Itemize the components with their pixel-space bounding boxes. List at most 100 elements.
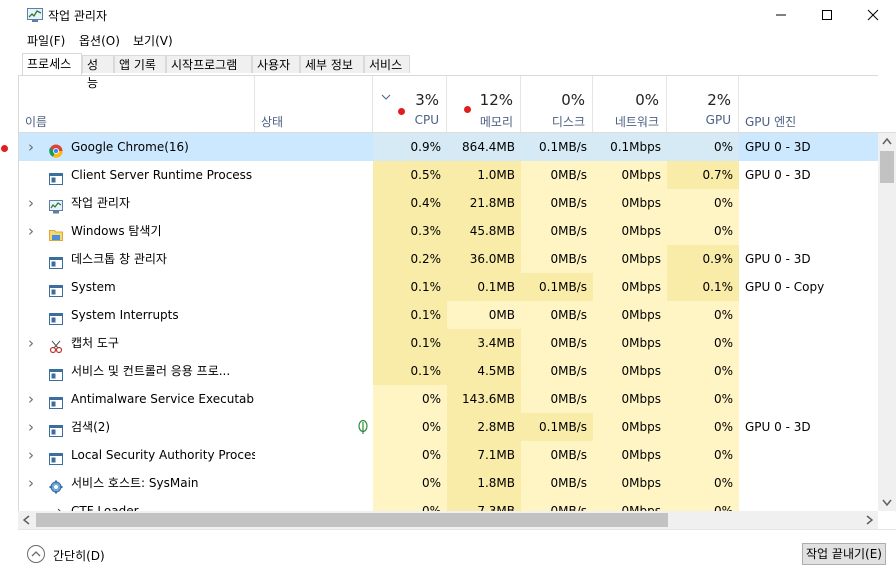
disk-label: 디스크 (551, 115, 585, 129)
table-row[interactable]: › Local Security Authority Proces... 0% 7.1… (19, 441, 879, 469)
status-cell (255, 161, 373, 189)
status-cell (255, 217, 373, 245)
tab-details[interactable]: 세부 정보 (300, 55, 364, 73)
memory-cell: 864.4MB (447, 133, 521, 161)
scroll-left-icon[interactable] (23, 515, 30, 525)
table-row[interactable]: 데스크톱 창 관리자 0.2% 36.0MB 0MB/s 0Mbps 0.9% GPU 0 … (19, 245, 879, 273)
collapse-button[interactable]: 간단히(D) (53, 547, 105, 564)
cpu-cell: 0% (373, 469, 447, 497)
column-memory[interactable]: 12% 메모리 (447, 76, 521, 132)
table-row[interactable]: System 0.1% 0.1MB 0.1MB/s 0Mbps 0.1% GPU 0 - C… (19, 273, 879, 301)
minimize-button[interactable] (758, 0, 804, 30)
tab-startup[interactable]: 시작프로그램 (166, 55, 252, 73)
process-name: System Interrupts (71, 308, 179, 322)
cpu-cell: 0.9% (373, 133, 447, 161)
collapse-chevron-icon[interactable] (26, 544, 46, 564)
minimize-icon (776, 14, 786, 16)
tab-performance[interactable]: 성능 (82, 55, 114, 90)
tab-app-history[interactable]: 앱 기록 (114, 55, 166, 73)
status-cell (255, 189, 373, 217)
table-row[interactable]: 서비스 및 컨트롤러 응용 프로... 0.1% 4.5MB 0MB/s 0Mbps 0% (19, 357, 879, 385)
process-name-cell: › Google Chrome(16) (19, 133, 255, 161)
menu-file[interactable]: 파일(F) (27, 32, 65, 49)
table-row[interactable]: › 검색(2) 0% 2.8MB 0.1MB/s 0Mbps 0% GPU 0 - 3D (19, 413, 879, 441)
expand-chevron-icon[interactable]: › (28, 385, 34, 413)
table-row[interactable]: › Google Chrome(16) 0.9% 864.4MB 0.1MB/s 0.1M… (19, 133, 879, 161)
status-cell (255, 413, 373, 441)
expand-chevron-icon[interactable]: › (28, 413, 34, 441)
column-network[interactable]: 0% 네트워크 (593, 76, 667, 132)
maximize-button[interactable] (804, 0, 850, 30)
column-gpu[interactable]: 2% GPU (667, 76, 739, 132)
gpu-engine-cell: GPU 0 - 3D (745, 252, 811, 266)
tab-users[interactable]: 사용자 (252, 55, 300, 73)
gpu-engine-cell: GPU 0 - 3D (745, 420, 811, 434)
cpu-cell: 0.5% (373, 161, 447, 189)
table-row[interactable]: › Antimalware Service Executable 0% 143.6MB… (19, 385, 879, 413)
horizontal-scrollbar[interactable] (18, 511, 878, 529)
disk-cell: 0MB/s (521, 357, 593, 385)
table-row[interactable]: System Interrupts 0.1% 0MB 0MB/s 0Mbps 0% (19, 301, 879, 329)
expand-chevron-icon[interactable]: › (28, 189, 34, 217)
window-icon (49, 252, 63, 269)
process-name-cell: › Antimalware Service Executable (19, 385, 255, 413)
tab-processes[interactable]: 프로세스 (22, 53, 82, 75)
table-row[interactable]: › 캡처 도구 0.1% 3.4MB 0MB/s 0Mbps 0% (19, 329, 879, 357)
network-cell: 0Mbps (593, 273, 667, 301)
scroll-up-icon[interactable] (882, 138, 892, 145)
menu-view[interactable]: 보기(V) (133, 32, 173, 49)
memory-cell: 45.8MB (447, 217, 521, 245)
disk-cell: 0MB/s (521, 441, 593, 469)
expand-chevron-icon[interactable]: › (28, 133, 34, 161)
column-cpu[interactable]: 3% CPU (373, 76, 447, 132)
table-row[interactable]: Client Server Runtime Process 0.5% 1.0MB 0M… (19, 161, 879, 189)
cpu-cell: 0% (373, 441, 447, 469)
gpu-cell: 0.1% (667, 273, 739, 301)
process-panel: 이름 상태 3% CPU 12% 메모리 0% 디스크 0% 네트워크 2% G… (18, 76, 896, 529)
expand-chevron-icon[interactable]: › (28, 217, 34, 245)
table-row[interactable]: › 서비스 호스트: SysMain 0% 1.8MB 0MB/s 0Mbps 0% (19, 469, 879, 497)
scroll-down-icon[interactable] (882, 499, 892, 506)
column-status[interactable]: 상태 (255, 76, 373, 132)
gpu-cell: 0% (667, 497, 739, 511)
status-cell (255, 357, 373, 385)
close-button[interactable] (850, 0, 896, 30)
process-name-cell: 데스크톱 창 관리자 (19, 245, 255, 273)
red-marker (398, 108, 405, 115)
vertical-scroll-thumb[interactable] (880, 151, 894, 183)
column-disk[interactable]: 0% 디스크 (521, 76, 593, 132)
gpu-cell: 0% (667, 217, 739, 245)
scroll-right-icon[interactable] (866, 515, 873, 525)
end-task-button[interactable]: 작업 끝내기(E) (802, 543, 886, 565)
process-name-cell: System (19, 273, 255, 301)
horizontal-scroll-thumb[interactable] (36, 513, 668, 527)
network-cell: 0Mbps (593, 245, 667, 273)
memory-label: 메모리 (479, 115, 513, 129)
expand-chevron-icon[interactable]: › (28, 329, 34, 357)
task-manager-app-icon (27, 8, 43, 22)
gear-icon (49, 476, 63, 494)
process-name-cell: Client Server Runtime Process (19, 161, 255, 189)
process-name: 작업 관리자 (71, 196, 131, 210)
table-row[interactable]: CTF Loader 0% 7.3MB 0MB/s 0Mbps 0% (19, 497, 879, 511)
status-cell (255, 441, 373, 469)
gpu-engine-cell (739, 329, 879, 357)
column-name[interactable]: 이름 (19, 76, 255, 132)
expand-chevron-icon[interactable]: › (28, 469, 34, 497)
cpu-cell: 0.1% (373, 301, 447, 329)
table-row[interactable]: › Windows 탐색기 0.3% 45.8MB 0MB/s 0Mbps 0% (19, 217, 879, 245)
memory-cell: 143.6MB (447, 385, 521, 413)
table-row[interactable]: › 작업 관리자 0.4% 21.8MB 0MB/s 0Mbps 0% (19, 189, 879, 217)
network-total: 0% (635, 91, 659, 109)
menu-options[interactable]: 옵션(O) (79, 32, 120, 49)
vertical-scrollbar[interactable] (878, 133, 896, 511)
gpu-cell: 0% (667, 413, 739, 441)
process-name: 서비스 호스트: SysMain (71, 476, 199, 490)
network-label: 네트워크 (614, 115, 659, 129)
column-gpu-engine[interactable]: GPU 엔진 (739, 76, 879, 132)
status-cell (255, 133, 373, 161)
tab-services[interactable]: 서비스 (364, 55, 410, 73)
window-icon (49, 280, 63, 297)
expand-chevron-icon[interactable]: › (28, 441, 34, 469)
status-cell (255, 469, 373, 497)
